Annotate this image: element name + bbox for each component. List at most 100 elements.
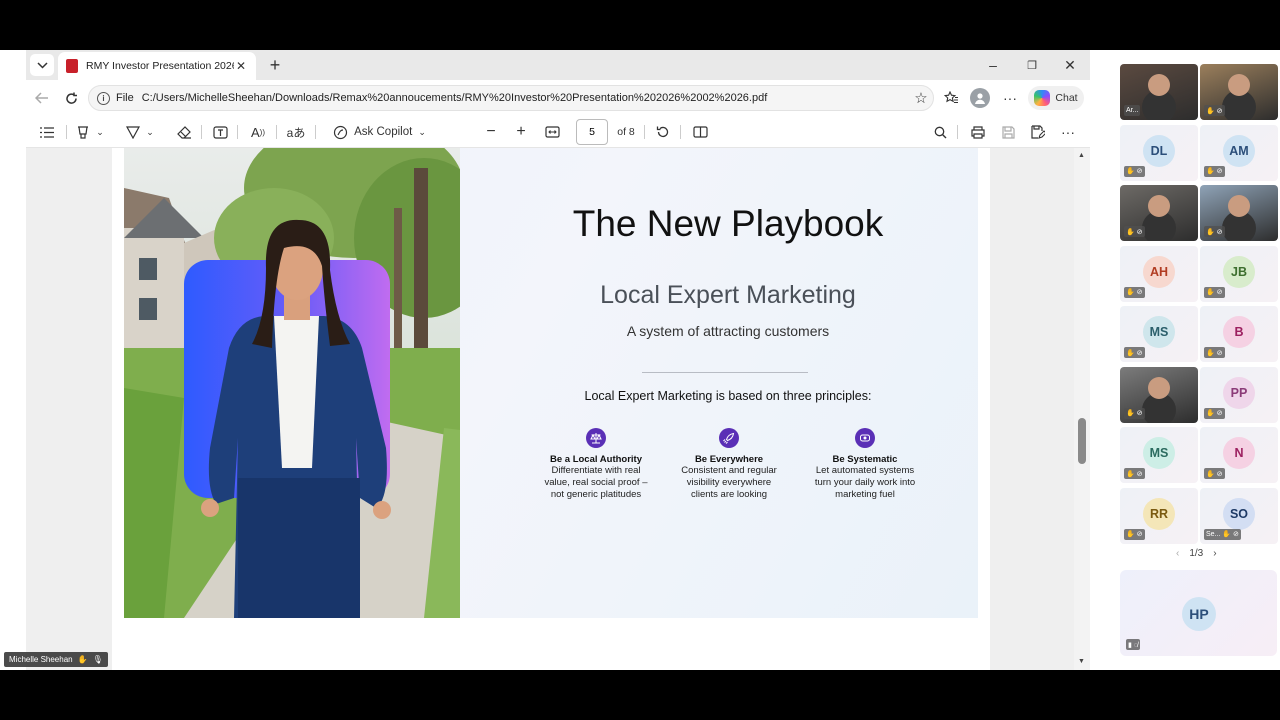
prev-page-icon[interactable]: ‹ bbox=[1176, 548, 1179, 559]
divider bbox=[642, 372, 808, 373]
highlight-chevron-icon[interactable]: ⌄ bbox=[94, 116, 106, 148]
participant-tile[interactable]: Ar... bbox=[1120, 64, 1198, 120]
pdf-toolbar: ⌄ ⌄ A)) aあ Ask Copilot ⌄ − + 5 of 8 ··· bbox=[26, 116, 1090, 148]
slide-tagline: A system of attracting customers bbox=[626, 323, 830, 339]
mic-muted-icon: ✋ ⊘ bbox=[1204, 468, 1225, 479]
participant-tile[interactable]: DL ✋ ⊘ bbox=[1120, 124, 1198, 181]
agent-photo bbox=[124, 148, 460, 618]
participant-tile[interactable]: N ✋ ⊘ bbox=[1200, 427, 1278, 483]
url-text: C:/Users/MichelleSheehan/Downloads/Remax… bbox=[141, 92, 768, 104]
favorites-icon[interactable] bbox=[940, 87, 962, 109]
participant-video bbox=[1148, 195, 1170, 217]
participant-tile[interactable]: AM ✋ ⊘ bbox=[1200, 124, 1278, 181]
refresh-icon[interactable] bbox=[61, 87, 81, 109]
highlight-icon[interactable] bbox=[72, 116, 94, 148]
eraser-icon[interactable] bbox=[173, 116, 195, 148]
vertical-scrollbar[interactable]: ▲ ▼ bbox=[1074, 148, 1090, 670]
participant-avatar: AH bbox=[1143, 255, 1175, 288]
participant-tile[interactable]: MS ✋ ⊘ bbox=[1120, 427, 1198, 483]
tab-actions-chevron-icon[interactable] bbox=[30, 54, 54, 76]
pdf-more-icon[interactable]: ··· bbox=[1057, 116, 1079, 148]
mic-muted-icon: ✋ ⊘ bbox=[1204, 105, 1225, 116]
participant-avatar: N bbox=[1223, 437, 1255, 469]
tab-strip: RMY Investor Presentation 2026 0... ✕ + … bbox=[26, 50, 1090, 80]
translate-icon[interactable]: aあ bbox=[283, 116, 309, 148]
next-page-icon[interactable]: › bbox=[1213, 548, 1216, 559]
principle-be-everywhere: Be Everywhere Consistent and regular vis… bbox=[669, 428, 789, 501]
participant-tile[interactable]: ✋ ⊘ bbox=[1120, 185, 1198, 241]
participant-tile[interactable]: B ✋ ⊘ bbox=[1200, 306, 1278, 362]
signal-muted-icon: ▮ ◌̸ bbox=[1126, 639, 1140, 650]
slide-subtitle: Local Expert Marketing bbox=[600, 281, 856, 309]
participant-avatar: JB bbox=[1223, 255, 1255, 288]
participant-video bbox=[1148, 74, 1170, 96]
draw-chevron-icon[interactable]: ⌄ bbox=[144, 116, 156, 148]
back-arrow-icon[interactable] bbox=[32, 87, 52, 109]
restore-icon[interactable]: ❐ bbox=[1021, 54, 1043, 76]
tab-pdf[interactable]: RMY Investor Presentation 2026 0... ✕ bbox=[58, 52, 256, 80]
participant-tile[interactable]: ✋ ⊘ bbox=[1200, 64, 1278, 120]
participant-avatar: B bbox=[1223, 316, 1255, 348]
mic-muted-icon: Se... ✋ ⊘ bbox=[1204, 528, 1241, 540]
minimize-icon[interactable]: – bbox=[982, 54, 1004, 76]
close-tab-icon[interactable]: ✕ bbox=[234, 59, 248, 73]
favorite-star-icon[interactable]: ☆ bbox=[910, 87, 932, 109]
principle-line: turn your daily work into bbox=[814, 477, 916, 488]
scrollbar-thumb[interactable] bbox=[1078, 418, 1086, 464]
principle-title: Be a Local Authority bbox=[549, 454, 643, 465]
zoom-in-icon[interactable]: + bbox=[511, 116, 531, 148]
self-view-name-tag: Michelle Sheehan ✋ 🎙 bbox=[4, 652, 108, 667]
rotate-icon[interactable] bbox=[652, 116, 674, 148]
draw-icon[interactable] bbox=[122, 116, 144, 148]
participant-tile[interactable]: PP ✋ ⊘ bbox=[1200, 366, 1278, 423]
participant-tile[interactable]: ✋ ⊘ bbox=[1120, 366, 1198, 423]
page-view-icon[interactable] bbox=[689, 116, 711, 148]
principle-line: Differentiate with real bbox=[551, 465, 641, 476]
print-icon[interactable] bbox=[967, 116, 989, 148]
contents-icon[interactable] bbox=[36, 116, 58, 148]
participant-pagination: ‹ 1/3 › bbox=[1176, 548, 1217, 559]
principle-line: value, real social proof – bbox=[544, 477, 648, 488]
principle-title: Be Systematic bbox=[832, 454, 898, 465]
participant-tile[interactable]: MS ✋ ⊘ bbox=[1120, 306, 1198, 362]
rocket-icon bbox=[719, 428, 739, 448]
mic-muted-icon: ✋ ⊘ bbox=[1204, 165, 1225, 177]
participant-tile[interactable]: SO Se... ✋ ⊘ bbox=[1200, 487, 1278, 544]
scale-icon bbox=[586, 428, 606, 448]
principles-heading: Local Expert Marketing is based on three… bbox=[584, 389, 872, 403]
mic-muted-icon: ✋ ⊘ bbox=[1124, 226, 1145, 237]
mic-muted-icon: ✋ ⊘ bbox=[1124, 165, 1145, 177]
pdf-page: The New Playbook Local Expert Marketing … bbox=[112, 148, 990, 670]
tab-title: RMY Investor Presentation 2026 0... bbox=[86, 60, 234, 72]
new-tab-icon[interactable]: + bbox=[264, 54, 286, 76]
mic-muted-icon: ✋ ⊘ bbox=[1124, 286, 1145, 298]
mic-muted-icon: ✋ ⊘ bbox=[1124, 407, 1145, 419]
zoom-out-icon[interactable]: − bbox=[481, 116, 501, 148]
participant-tile[interactable]: RR ✋ ⊘ bbox=[1120, 487, 1198, 544]
participant-tile[interactable]: AH ✋ ⊘ bbox=[1120, 245, 1198, 302]
more-options-icon[interactable]: ··· bbox=[999, 87, 1021, 109]
pdf-icon bbox=[66, 59, 78, 73]
participants-panel: Ar... ✋ ⊘ DL ✋ ⊘ AM ✋ ⊘ ✋ ⊘ ✋ ⊘ AH ✋ ⊘ JB ✋ ⊘ MS ✋ ⊘ B… bbox=[1090, 50, 1280, 670]
save-as-icon[interactable] bbox=[1027, 116, 1049, 148]
scroll-down-icon[interactable]: ▼ bbox=[1078, 658, 1085, 665]
scroll-up-icon[interactable]: ▲ bbox=[1078, 152, 1085, 159]
save-icon[interactable] bbox=[997, 116, 1019, 148]
text-box-icon[interactable] bbox=[209, 116, 231, 148]
close-window-icon[interactable]: ✕ bbox=[1059, 54, 1081, 76]
address-bar[interactable]: i File C:/Users/MichelleSheehan/Download… bbox=[88, 85, 934, 111]
ask-copilot-button[interactable]: Ask Copilot ⌄ bbox=[322, 116, 437, 148]
profile-avatar-icon[interactable] bbox=[970, 88, 990, 108]
participant-tile[interactable]: ✋ ⊘ bbox=[1200, 185, 1278, 241]
participant-tile[interactable]: JB ✋ ⊘ bbox=[1200, 245, 1278, 302]
page-number-input[interactable]: 5 bbox=[576, 119, 608, 145]
read-aloud-icon[interactable]: A)) bbox=[246, 116, 270, 148]
info-icon[interactable]: i bbox=[97, 91, 110, 105]
self-view-name: Michelle Sheehan bbox=[9, 655, 73, 664]
featured-participant-tile[interactable]: HP ▮ ◌̸ bbox=[1120, 570, 1277, 656]
fit-to-width-icon[interactable] bbox=[541, 116, 563, 148]
search-icon[interactable] bbox=[929, 116, 951, 148]
pdf-viewer[interactable]: The New Playbook Local Expert Marketing … bbox=[26, 148, 1074, 670]
principle-line: marketing fuel bbox=[835, 489, 895, 500]
copilot-chat-button[interactable]: Chat bbox=[1028, 86, 1084, 110]
